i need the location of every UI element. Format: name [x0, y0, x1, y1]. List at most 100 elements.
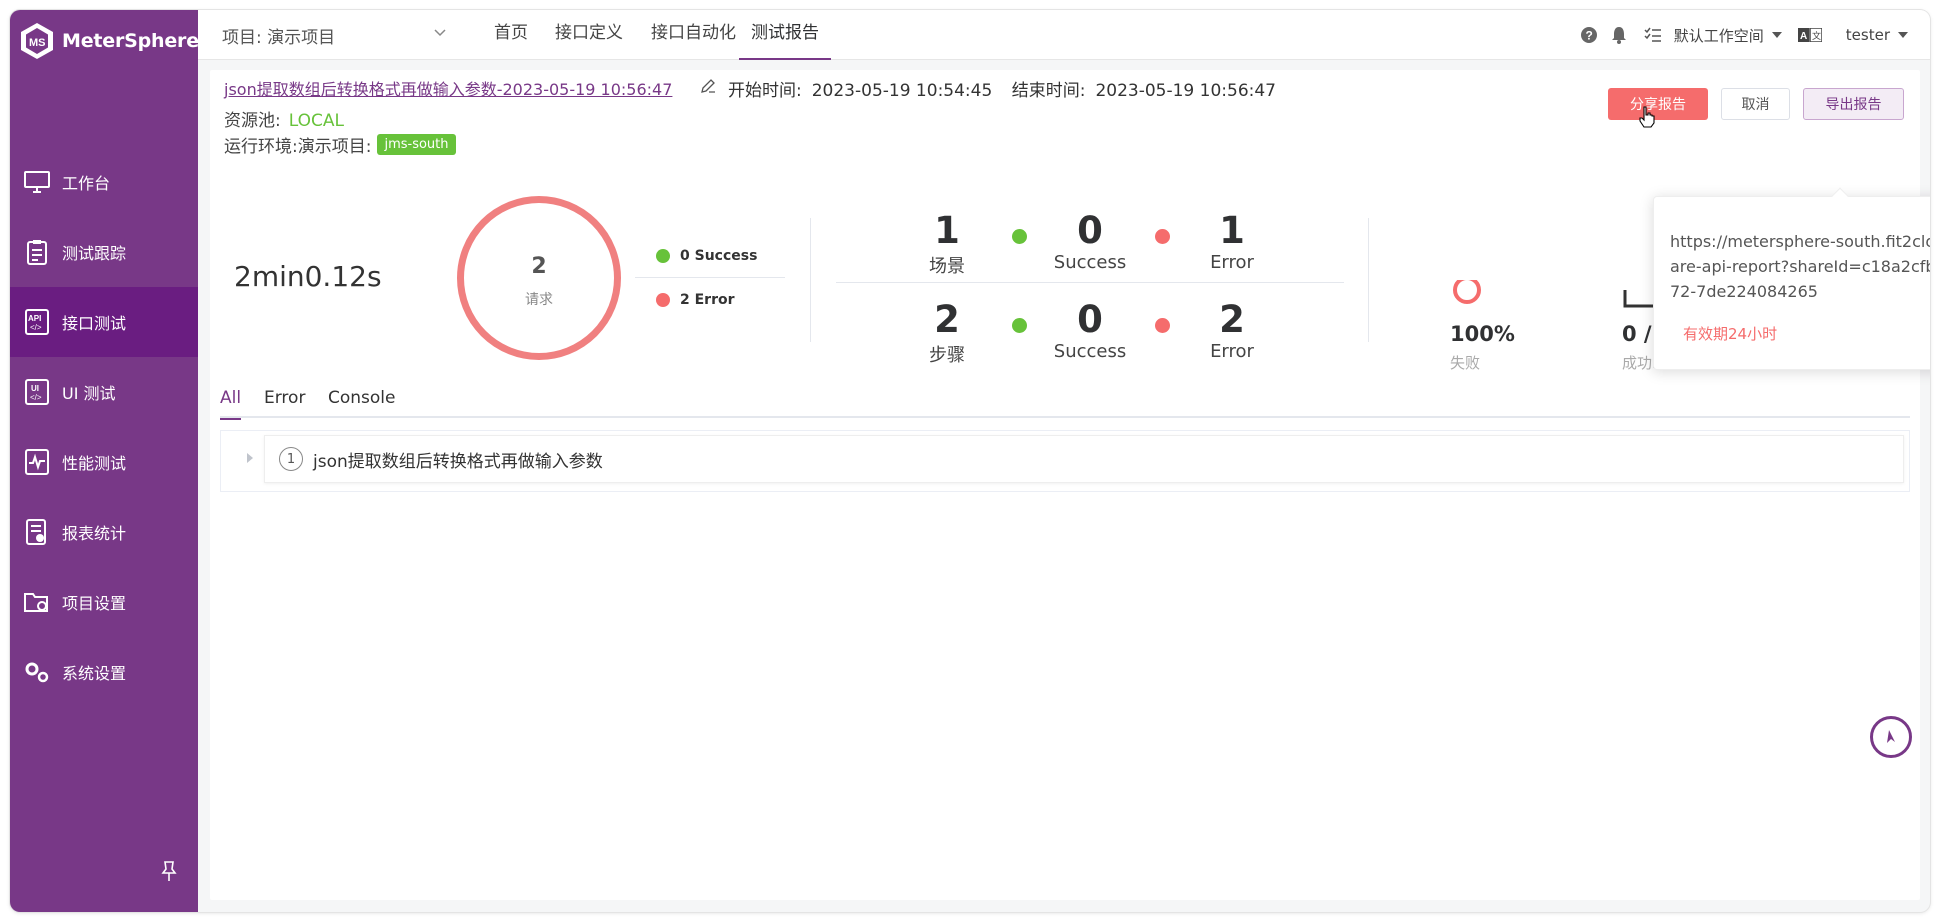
task-list-icon[interactable]: [1644, 26, 1662, 44]
step-success-stat: 0 Success: [1030, 298, 1150, 363]
menu-home[interactable]: 首页: [494, 10, 528, 60]
cancel-button[interactable]: 取消: [1721, 88, 1790, 120]
tab-error[interactable]: Error: [264, 388, 305, 418]
gears-icon: [24, 659, 50, 685]
share-report-button[interactable]: 分享报告: [1608, 88, 1708, 120]
step-count: 2: [934, 298, 960, 341]
svg-text:文: 文: [1812, 30, 1821, 42]
expand-arrow-icon[interactable]: [247, 453, 253, 463]
end-time-value: 2023-05-19 10:56:47: [1095, 81, 1276, 101]
workspace-name: 默认工作空间: [1673, 26, 1764, 45]
step-success-count: 0: [1077, 298, 1103, 341]
project-selector[interactable]: 项目: 演示项目: [222, 10, 462, 60]
step-count-stat: 2 步骤: [887, 299, 1007, 367]
scenario-error-count: 1: [1219, 209, 1245, 252]
requests-ring-chart: 2 请求: [457, 196, 621, 360]
stat-row-divider: [836, 282, 1344, 283]
menu-api-automation[interactable]: 接口自动化: [651, 10, 736, 60]
scenario-count: 1: [934, 209, 960, 252]
legend-divider: [635, 277, 785, 278]
user-name: tester: [1845, 26, 1890, 44]
svg-text:</>: </>: [30, 323, 42, 332]
sidebar-item-performance-test[interactable]: 性能测试: [10, 427, 198, 497]
share-url: https://metersphere-south.fit2cloud.com/…: [1670, 232, 1930, 301]
report-time-info: 开始时间: 2023-05-19 10:54:45 结束时间: 2023-05-19…: [728, 76, 1290, 101]
pin-icon[interactable]: [158, 860, 180, 882]
scenario-row[interactable]: 1 json提取数组后转换格式再做输入参数: [264, 435, 1904, 483]
share-expire-note: 有效期24小时: [1683, 325, 1778, 343]
top-header: 项目: 演示项目 首页 接口定义 接口自动化 测试报告 ? 默认工作空间 A文: [198, 10, 1930, 60]
language-icon[interactable]: A文: [1797, 26, 1822, 44]
resource-pool-value: LOCAL: [288, 111, 344, 131]
legend-error-text: 2 Error: [680, 292, 735, 308]
error-dot-icon: [656, 293, 670, 307]
svg-text:</>: </>: [30, 393, 42, 402]
api-icon: API </>: [24, 309, 50, 335]
logo[interactable]: MS MeterSphere: [20, 16, 199, 66]
duration-value: 2min0.12s: [234, 260, 382, 293]
edit-icon[interactable]: [700, 78, 716, 94]
sidebar-item-api-test[interactable]: API </> 接口测试: [10, 287, 198, 357]
step-error-label: Error: [1210, 341, 1254, 362]
sidebar-item-workbench[interactable]: 工作台: [10, 147, 198, 217]
help-icon[interactable]: ?: [1580, 26, 1598, 44]
svg-text:?: ?: [1585, 29, 1592, 43]
user-menu[interactable]: tester: [1846, 26, 1908, 44]
svg-text:UI: UI: [31, 384, 39, 393]
sidebar-item-label: 性能测试: [62, 454, 127, 473]
scenario-success-count: 0: [1077, 209, 1103, 252]
header-actions: ? 默认工作空间 A文 tester: [1580, 10, 1930, 60]
tab-console[interactable]: Console: [328, 388, 396, 418]
step-error-count: 2: [1219, 298, 1245, 341]
bell-icon[interactable]: [1610, 26, 1628, 44]
success-dot-icon: [1012, 318, 1027, 333]
svg-text:MS: MS: [29, 37, 46, 49]
scenario-success-label: Success: [1053, 252, 1127, 273]
compass-icon[interactable]: [1870, 716, 1912, 758]
svg-text:API: API: [28, 314, 41, 323]
share-popover: https://metersphere-south.fit2cloud.com/…: [1653, 187, 1930, 370]
start-time-label: 开始时间:: [728, 81, 802, 101]
env-label: 运行环境:演示项目:: [224, 137, 372, 157]
popover-arrow: [1831, 187, 1849, 205]
sidebar-item-test-track[interactable]: 测试跟踪: [10, 217, 198, 287]
row-index: 1: [279, 447, 303, 471]
sidebar-item-label: 报表统计: [62, 524, 127, 543]
error-dot-icon: [1155, 318, 1170, 333]
sidebar-item-label: 项目设置: [62, 594, 127, 613]
scenario-label: 场景: [929, 256, 965, 277]
workspace-selector[interactable]: 默认工作空间: [1674, 25, 1782, 46]
resource-pool-label: 资源池:: [224, 111, 281, 131]
fail-rate-ring-icon: [1453, 280, 1481, 304]
step-success-label: Success: [1053, 341, 1127, 362]
menu-api-definition[interactable]: 接口定义: [555, 10, 623, 60]
start-time-value: 2023-05-19 10:54:45: [811, 81, 993, 101]
export-report-button[interactable]: 导出报告: [1803, 88, 1904, 120]
clipboard-icon: [24, 239, 50, 265]
scenario-success-stat: 0 Success: [1030, 209, 1150, 274]
result-tabs: All Error Console: [220, 388, 1910, 420]
sidebar-item-report-statistics[interactable]: 报表统计: [10, 497, 198, 567]
menu-test-report[interactable]: 测试报告: [739, 10, 831, 60]
sidebar-item-label: 接口测试: [62, 314, 127, 333]
sidebar-item-label: UI 测试: [62, 384, 116, 403]
app-window: MS MeterSphere 工作台 测试跟踪 API </> 接口测试 UI </…: [10, 10, 1930, 912]
report-title-link[interactable]: json提取数组后转换格式再做输入参数-2023-05-19 10:56:47: [224, 76, 672, 100]
sidebar-item-project-settings[interactable]: 项目设置: [10, 567, 198, 637]
report-icon: [24, 519, 50, 545]
sidebar-item-system-settings[interactable]: 系统设置: [10, 637, 198, 707]
run-environment: 运行环境:演示项目: jms-south: [224, 132, 456, 157]
report-panel: json提取数组后转换格式再做输入参数-2023-05-19 10:56:47 …: [210, 70, 1930, 900]
sidebar-item-ui-test[interactable]: UI </> UI 测试: [10, 357, 198, 427]
fail-rate-label: 失败: [1450, 354, 1481, 372]
step-label: 步骤: [929, 345, 965, 366]
project-name: 项目: 演示项目: [222, 27, 336, 48]
success-dot-icon: [656, 249, 670, 263]
end-time-label: 结束时间:: [1011, 81, 1086, 101]
tab-all[interactable]: All: [220, 388, 242, 420]
metric-fail-rate: 100% 失败: [1450, 322, 1515, 373]
monitor-icon: [24, 169, 50, 195]
sidebar-item-label: 测试跟踪: [62, 244, 127, 263]
sidebar-item-label: 系统设置: [62, 664, 127, 683]
scenario-name: json提取数组后转换格式再做输入参数: [313, 451, 603, 472]
